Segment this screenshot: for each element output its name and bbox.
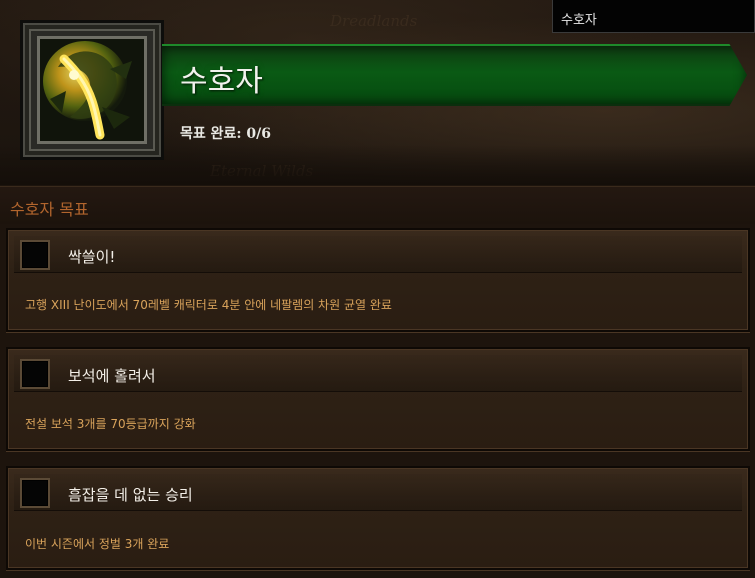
objective-card: 흠잡을 데 없는 승리 이번 시즌에서 정벌 3개 완료: [6, 466, 750, 570]
objective-card: 보석에 홀려서 전설 보석 3개를 70등급까지 강화: [6, 347, 750, 451]
map-label-eternal-wilds: Eternal Wilds: [210, 162, 314, 180]
search-input[interactable]: 수호자: [552, 0, 755, 33]
objective-header: 싹쓸이!: [14, 236, 742, 273]
guardian-emblem-icon: [37, 36, 147, 144]
objective-description: 전설 보석 3개를 70등급까지 강화: [25, 417, 196, 431]
objective-card: 싹쓸이! 고행 XIII 난이도에서 70레벨 캐릭터로 4분 안에 네팔렘의 …: [6, 228, 750, 332]
objective-description: 이번 시즌에서 정벌 3개 완료: [25, 537, 170, 551]
progress-label: 목표 완료: 0/6: [180, 126, 272, 142]
achievement-icon-frame: [20, 20, 164, 160]
objective-title: 싹쓸이!: [68, 248, 116, 266]
objective-checkbox: [20, 478, 50, 508]
map-label-dreadlands: Dreadlands: [330, 12, 418, 30]
section-title: 수호자 목표: [10, 200, 89, 219]
section-header: [0, 186, 755, 224]
objective-checkbox: [20, 240, 50, 270]
page-title: 수호자: [180, 64, 263, 99]
objective-header: 흠잡을 데 없는 승리: [14, 474, 742, 511]
objective-header: 보석에 홀려서: [14, 355, 742, 392]
objective-title: 보석에 홀려서: [68, 367, 156, 385]
objective-description: 고행 XIII 난이도에서 70레벨 캐릭터로 4분 안에 네팔렘의 차원 균열…: [25, 298, 392, 312]
objective-title: 흠잡을 데 없는 승리: [68, 486, 193, 504]
objective-checkbox: [20, 359, 50, 389]
